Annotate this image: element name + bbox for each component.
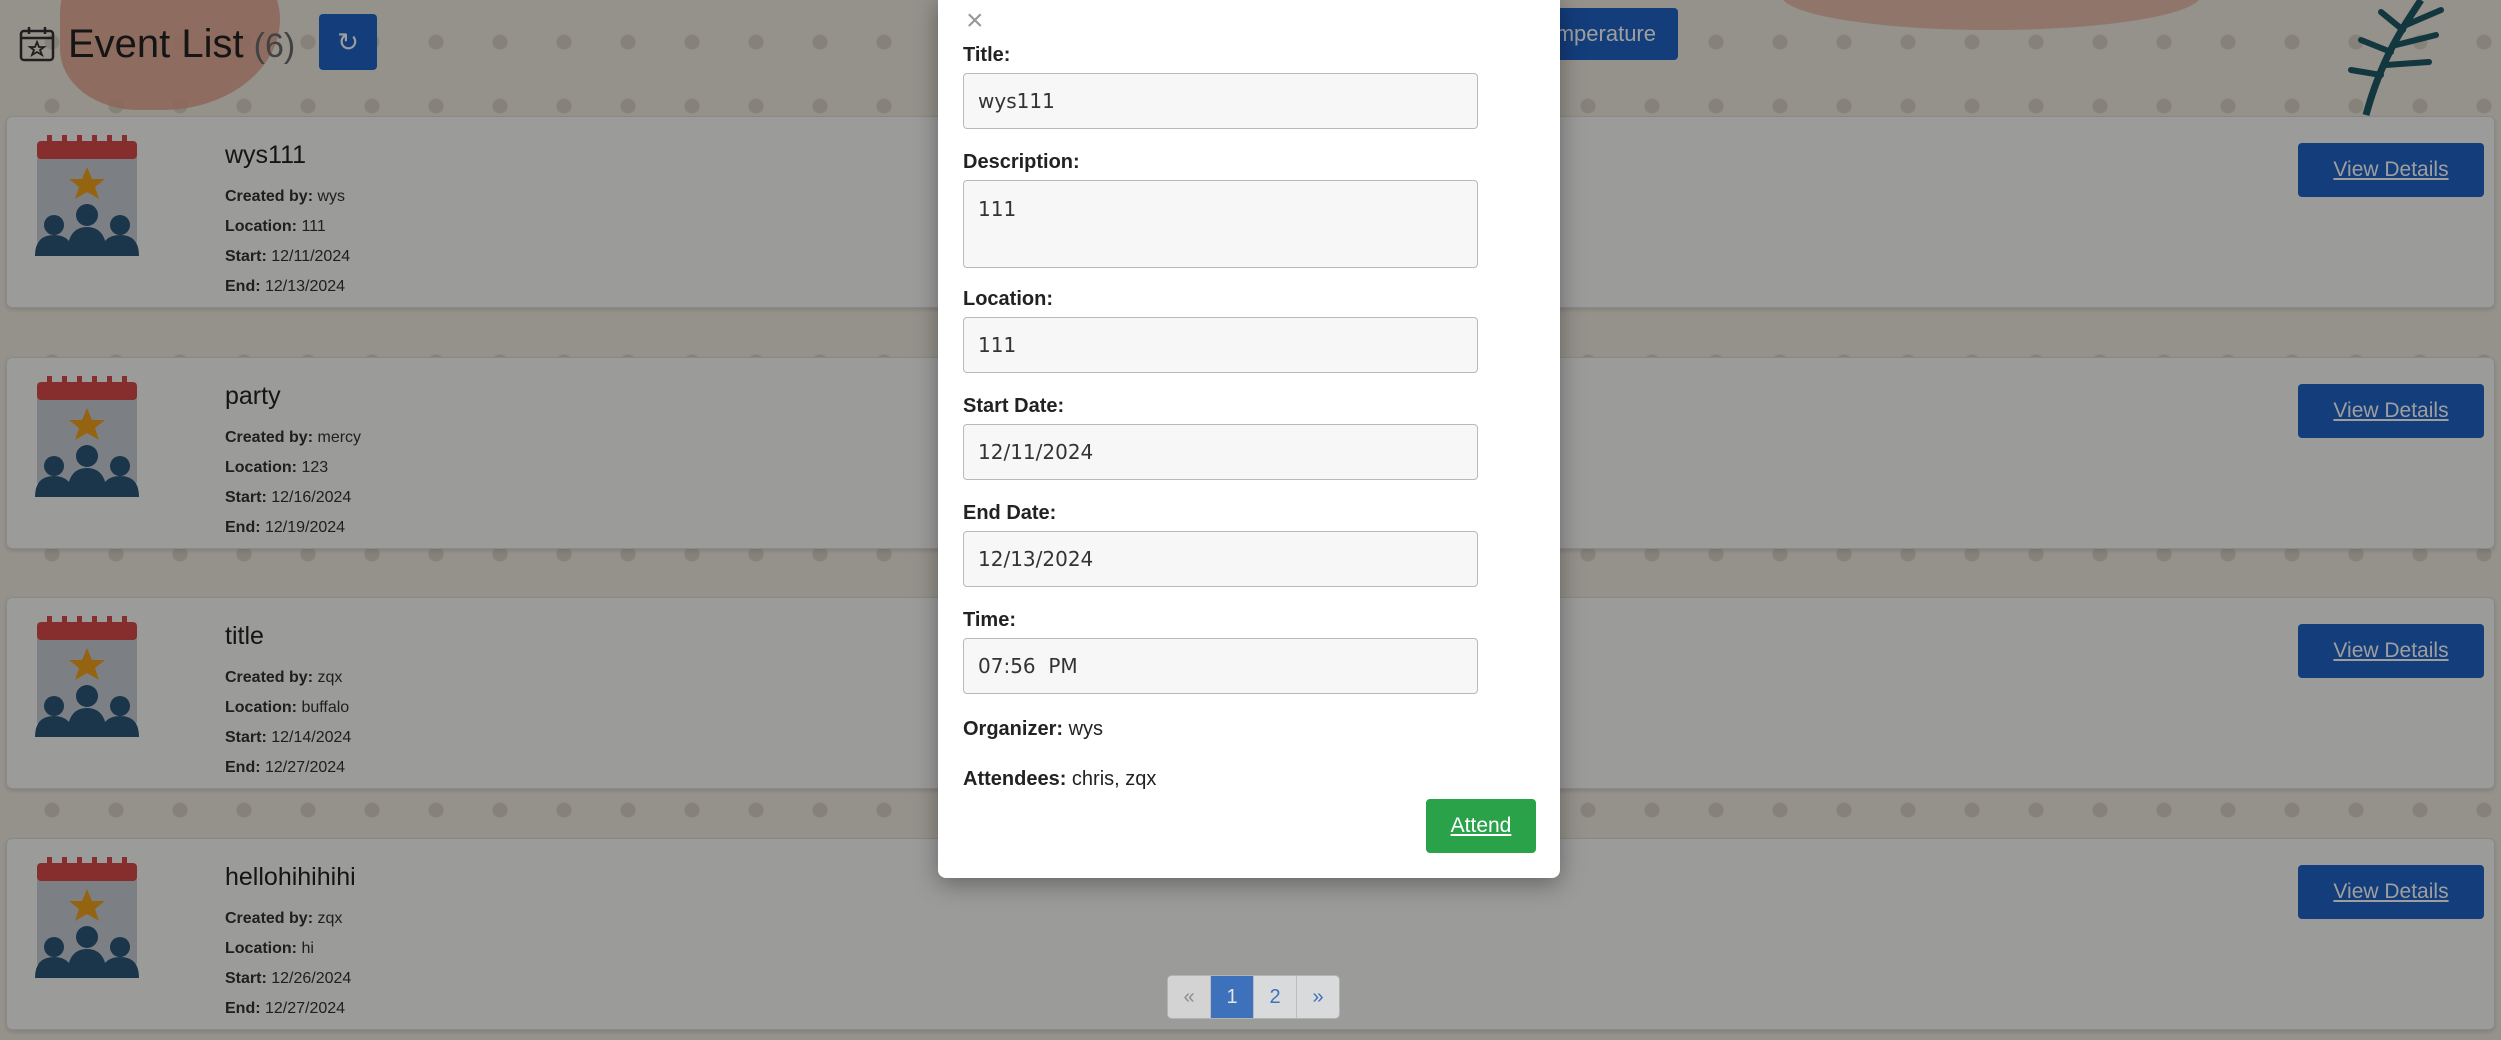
pagination-page-1[interactable]: 1 <box>1211 976 1254 1018</box>
attend-button[interactable]: Attend <box>1426 799 1536 853</box>
end-date-input[interactable]: 12/13/2024 <box>963 531 1478 587</box>
location-label: Location: <box>963 288 1053 310</box>
title-input[interactable]: wys111 <box>963 73 1478 129</box>
location-input[interactable]: 111 <box>963 317 1478 373</box>
description-label: Description: <box>963 151 1080 173</box>
pagination-prev[interactable]: « <box>1168 976 1211 1018</box>
attendees-label: Attendees: <box>963 768 1067 790</box>
start-date-label: Start Date: <box>963 395 1065 417</box>
organizer-value: wys <box>1068 718 1104 740</box>
pagination: « 1 2 » <box>1167 975 1340 1019</box>
pagination-page-2[interactable]: 2 <box>1254 976 1297 1018</box>
attendees-value: chris, zqx <box>1071 768 1157 790</box>
time-label: Time: <box>963 609 1016 631</box>
title-label: Title: <box>963 44 1011 66</box>
time-input[interactable]: 07:56 PM <box>963 638 1478 694</box>
organizer-label: Organizer: <box>963 718 1064 740</box>
organizer-row: Organizer: wys <box>963 718 1103 741</box>
pagination-next[interactable]: » <box>1297 976 1339 1018</box>
description-textarea[interactable]: 111 <box>963 180 1478 268</box>
end-date-label: End Date: <box>963 502 1057 524</box>
start-date-input[interactable]: 12/11/2024 <box>963 424 1478 480</box>
attendees-row: Attendees: chris, zqx <box>963 768 1156 791</box>
close-icon[interactable]: × <box>966 6 984 36</box>
event-details-modal: × Title: wys111 Description: 111 Locatio… <box>938 0 1560 878</box>
